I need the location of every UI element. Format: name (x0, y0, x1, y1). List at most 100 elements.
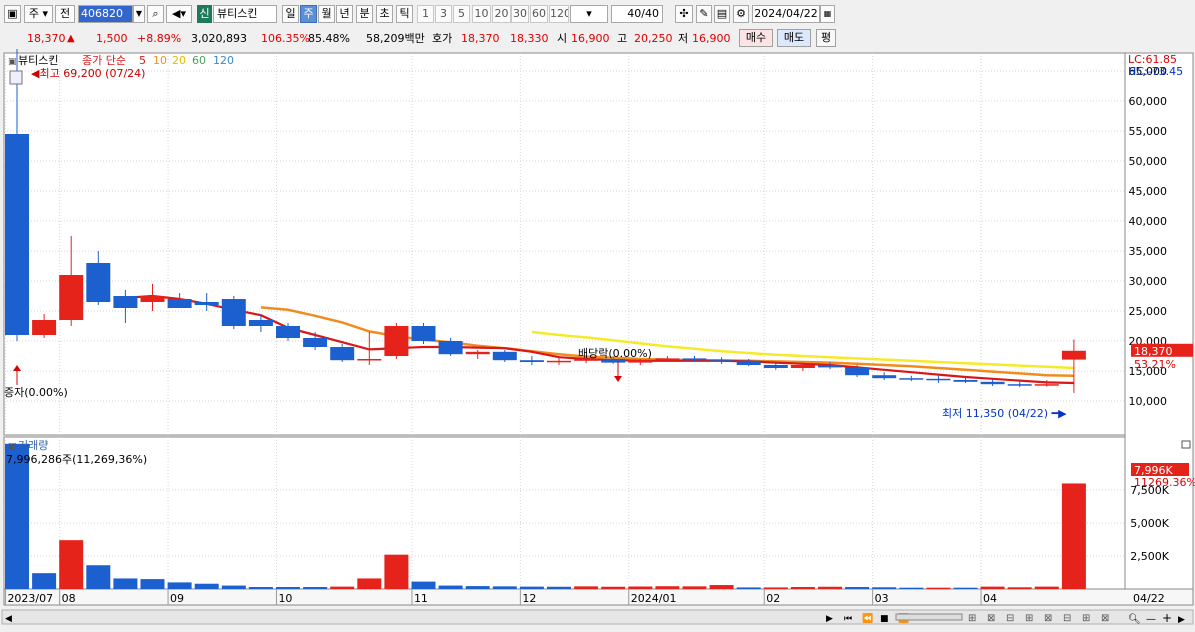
draw-icon[interactable]: ✎ (696, 5, 712, 23)
volume-bar (248, 587, 273, 589)
calendar-icon[interactable]: ▦ (820, 5, 835, 23)
volume-bar (465, 586, 490, 589)
ma20-legend: 20 (172, 54, 186, 67)
bid-label: 호가 (432, 32, 453, 45)
zoom-tool-icon: ⊟ (1006, 613, 1014, 624)
period-button-1[interactable]: 주 (300, 5, 317, 23)
candle-body (845, 367, 870, 376)
volume-bar (438, 585, 463, 589)
interval-button-5[interactable]: 5 (453, 5, 470, 23)
stock-code-input[interactable]: 406820 (78, 5, 133, 23)
period-button-2[interactable]: 월 (318, 5, 335, 23)
interval-button-30[interactable]: 30 (511, 5, 529, 23)
volume-bar (167, 582, 192, 589)
interval-select[interactable]: ▾ (570, 5, 608, 23)
period-button-6[interactable]: 틱 (396, 5, 413, 23)
code-dropdown-icon[interactable]: ▼ (133, 5, 145, 23)
candle-body (465, 351, 490, 355)
settings-icon[interactable]: ⚙ (733, 5, 749, 23)
price-panel-title: 뷰티스킨 (18, 54, 58, 67)
search-icon[interactable]: ⌕ (147, 5, 164, 23)
scroll-left-icon: ◀ (5, 614, 12, 624)
volume-bar (113, 578, 138, 589)
candle-body (899, 378, 924, 380)
prev-button[interactable]: 전 (55, 5, 75, 23)
period-button-5[interactable]: 초 (376, 5, 393, 23)
volume-tick-label: 5,000K (1130, 517, 1169, 530)
x-tick-label: 11 (414, 592, 428, 605)
candle-body (492, 351, 517, 361)
x-tick-label: 09 (170, 592, 184, 605)
candle-body (655, 358, 680, 361)
chart-area: 65,000 60,000 55,000 50,000 45,000 40,000 35,0… (0, 45, 1195, 629)
window-icon[interactable]: ▣ (4, 5, 21, 23)
current-price: 18,370 (27, 32, 66, 45)
candle-body (357, 359, 382, 361)
zoom-slider (895, 613, 963, 621)
interval-button-10[interactable]: 10 (472, 5, 491, 23)
candle-body (926, 378, 951, 381)
date-field[interactable]: 2024/04/22 (752, 5, 820, 23)
compare-icon[interactable]: ✣ (675, 5, 693, 23)
volume-bar (519, 586, 544, 589)
volume-bar (411, 581, 436, 589)
panel-icon: ▣ (8, 57, 17, 67)
candle-body (140, 296, 165, 302)
chart-canvas[interactable]: 65,00060,00055,00050,00045,00040,00035,0… (0, 45, 1195, 629)
volume-bar (628, 586, 653, 589)
volume-bar (492, 586, 517, 589)
ma60-legend: 60 (192, 54, 206, 67)
period-button-0[interactable]: 일 (282, 5, 299, 23)
x-tick-label: 2024/01 (631, 592, 677, 605)
volume-tick-label: 2,500K (1130, 550, 1169, 563)
interval-button-20[interactable]: 20 (492, 5, 511, 23)
period-button-4[interactable]: 분 (356, 5, 373, 23)
speaker-icon[interactable]: ◀▾ (166, 5, 192, 23)
interval-button-1[interactable]: 1 (417, 5, 434, 23)
high-label: 고 (617, 32, 628, 45)
save-icon[interactable]: ▤ (714, 5, 730, 23)
current-volume-pct-label: 11269.36% (1134, 476, 1195, 489)
issue-annotation: 증자(0.00%) (4, 386, 68, 399)
candle-body (59, 275, 84, 320)
period-button-3[interactable]: 년 (336, 5, 353, 23)
ma120-legend: 120 (213, 54, 234, 67)
volume-bar (818, 586, 842, 589)
volume-bar (899, 587, 924, 589)
volume-bar (221, 585, 246, 589)
ma5-legend: 5 (139, 54, 146, 67)
stock-name-field[interactable]: 뷰티스킨 (213, 5, 277, 23)
count-field[interactable]: 40/40 (611, 5, 663, 23)
ask-price: 18,370 (461, 32, 500, 45)
playback-control-icon: ⏮ (844, 614, 852, 624)
open-price: 16,900 (571, 32, 610, 45)
volume-bar (330, 586, 355, 589)
zoom-out-icon: — (1146, 614, 1156, 625)
bid-price: 18,330 (510, 32, 549, 45)
zoom-tool-icon: ⊞ (1082, 613, 1090, 624)
market-select[interactable]: 주 ▾ (24, 5, 53, 23)
candle-body (303, 338, 328, 347)
candle-body (763, 365, 788, 368)
volume-bar (140, 579, 165, 589)
candle-body (1007, 384, 1032, 386)
buy-button[interactable]: 매수 (739, 29, 773, 47)
volume-bar (59, 540, 84, 589)
playback-control-icon: ▶ (826, 614, 833, 624)
candle-body (736, 360, 761, 365)
avg-button[interactable]: 평 (816, 29, 836, 47)
candle-body (438, 341, 463, 355)
volume-bar (872, 587, 897, 589)
zoom-tool-icon: ⊟ (1063, 613, 1071, 624)
interval-button-60[interactable]: 60 (530, 5, 548, 23)
ma10-legend: 10 (153, 54, 167, 67)
low-price: 16,900 (692, 32, 731, 45)
interval-button-3[interactable]: 3 (435, 5, 452, 23)
volume-bar (980, 586, 1005, 589)
candle-body (194, 302, 219, 305)
interval-button-120[interactable]: 120 (549, 5, 569, 23)
x-tick-label: 03 (875, 592, 889, 605)
market-select-value: 주 (28, 7, 40, 20)
volume-bar (574, 586, 599, 589)
sell-button[interactable]: 매도 (777, 29, 811, 47)
